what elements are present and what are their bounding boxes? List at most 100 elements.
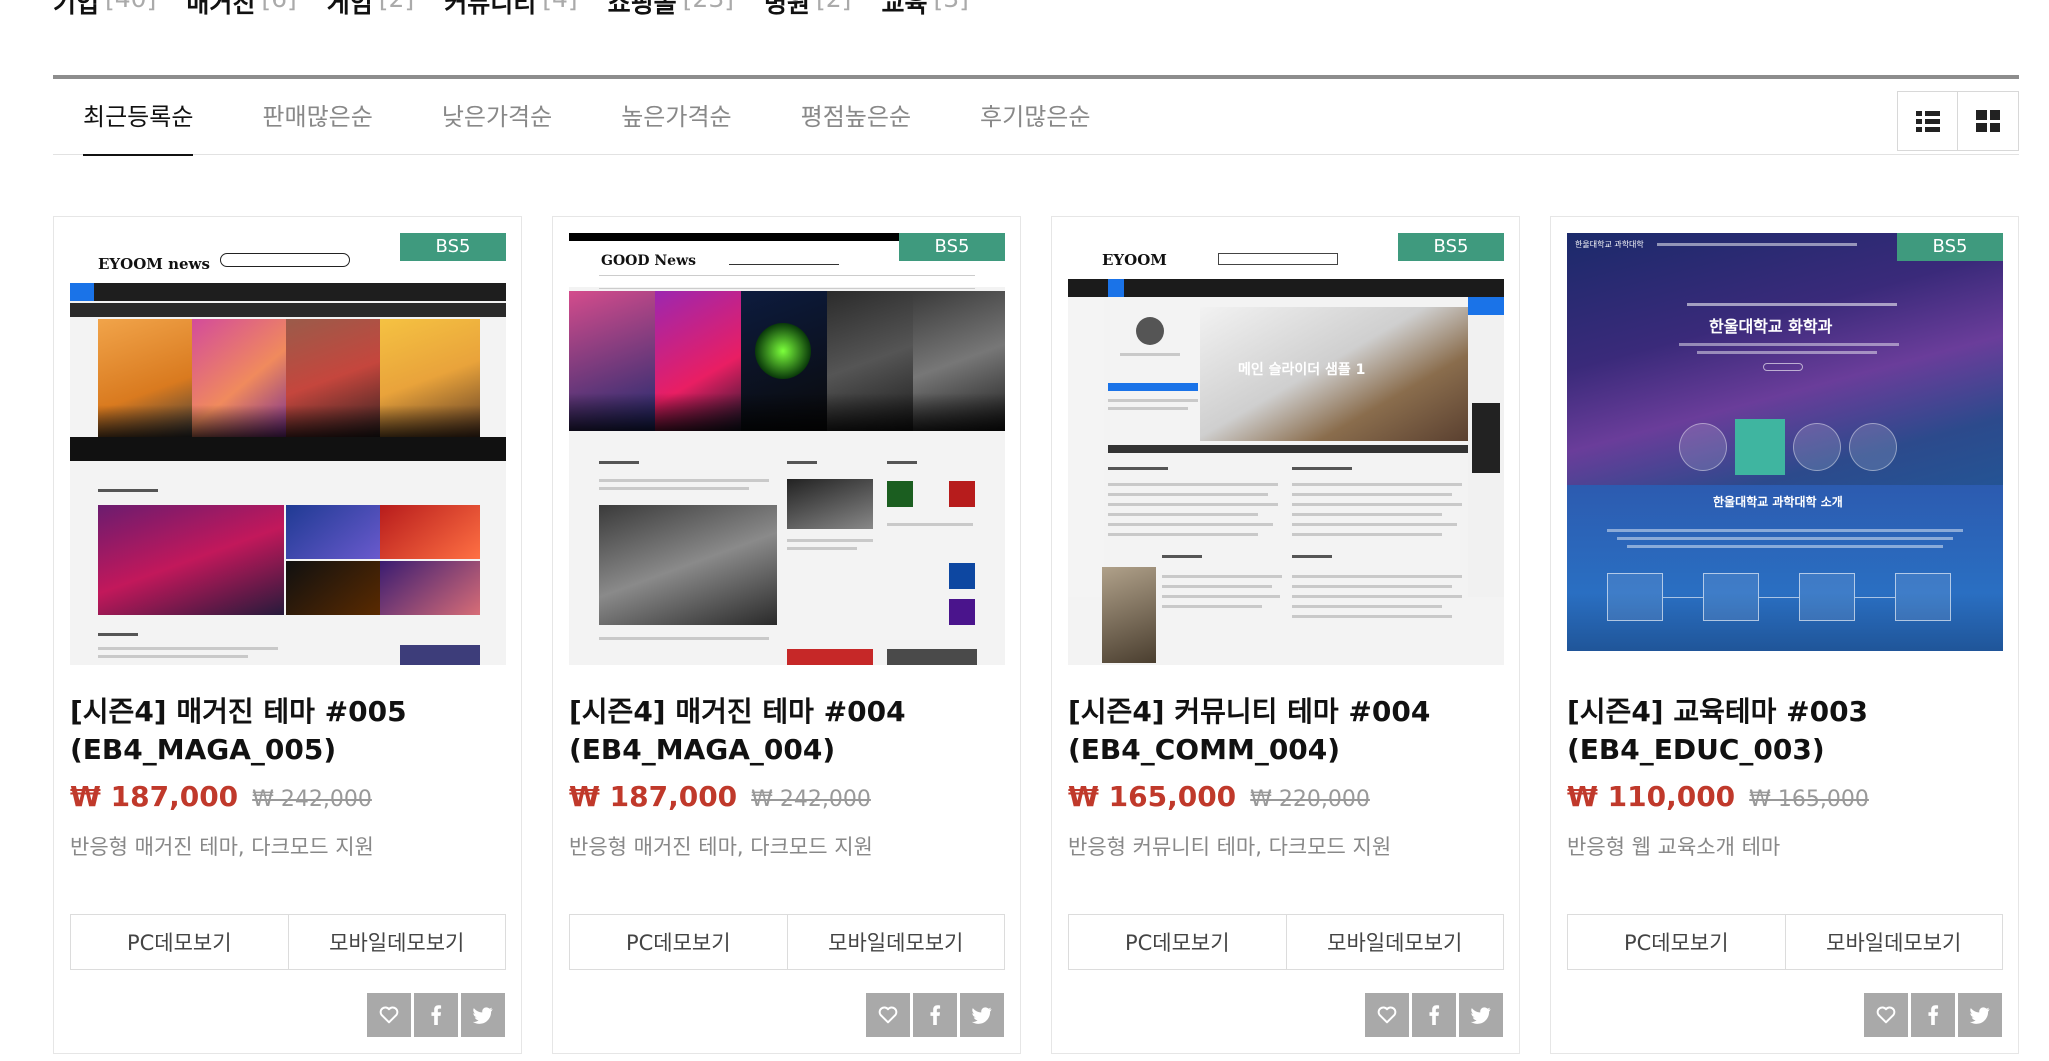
demo-buttons: PC데모보기 모바일데모보기 bbox=[1068, 914, 1504, 970]
category-item-corporate[interactable]: 기업 [40] bbox=[53, 0, 156, 18]
facebook-icon bbox=[1928, 1005, 1939, 1025]
bootstrap-badge: BS5 bbox=[1897, 233, 2003, 261]
grid-view-icon bbox=[1976, 110, 2000, 132]
twitter-share-button[interactable] bbox=[1459, 993, 1503, 1037]
mobile-demo-button[interactable]: 모바일데모보기 bbox=[1784, 915, 2002, 969]
demo-buttons: PC데모보기 모바일데모보기 bbox=[1567, 914, 2003, 970]
product-description: 반응형 커뮤니티 테마, 다크모드 지원 bbox=[1068, 835, 1392, 859]
category-label: 기업 bbox=[53, 0, 100, 18]
product-title[interactable]: [시즌4] 매거진 테마 #005 (EB4_MAGA_005) bbox=[70, 693, 506, 769]
product-thumbnail[interactable]: BS5 GOOD News bbox=[569, 233, 1005, 665]
category-label: 병원 bbox=[764, 0, 811, 18]
sort-tab-low-price[interactable]: 낮은가격순 bbox=[442, 79, 552, 155]
pc-demo-button[interactable]: PC데모보기 bbox=[1069, 915, 1286, 969]
pc-demo-button[interactable]: PC데모보기 bbox=[570, 915, 787, 969]
bootstrap-badge: BS5 bbox=[1398, 233, 1504, 261]
category-item-community[interactable]: 커뮤니티 [4] bbox=[444, 0, 577, 18]
sale-price: ₩ 187,000 bbox=[70, 780, 239, 813]
heart-icon bbox=[1377, 1006, 1397, 1024]
facebook-share-button[interactable] bbox=[414, 993, 458, 1037]
demo-buttons: PC데모보기 모바일데모보기 bbox=[569, 914, 1005, 970]
category-label: 쇼핑몰 bbox=[607, 0, 677, 18]
sort-tabs: 최근등록순 판매많은순 낮은가격순 높은가격순 평점높은순 후기많은순 bbox=[83, 79, 1090, 156]
product-description: 반응형 웹 교육소개 테마 bbox=[1567, 835, 1781, 859]
thumbnail-logo: EYOOM bbox=[1102, 251, 1167, 269]
facebook-share-button[interactable] bbox=[913, 993, 957, 1037]
sale-price: ₩ 187,000 bbox=[569, 780, 738, 813]
twitter-icon bbox=[473, 1006, 493, 1024]
product-card: BS5 한울대학교 과학대학 한울대학교 화학과 한울대학교 과학대학 소개 [… bbox=[1550, 216, 2019, 1054]
facebook-share-button[interactable] bbox=[1911, 993, 1955, 1037]
original-price: ₩ 220,000 bbox=[1250, 787, 1370, 812]
price-row: ₩ 110,000 ₩ 165,000 bbox=[1567, 780, 1869, 813]
share-buttons bbox=[866, 993, 1004, 1037]
sort-tab-recent[interactable]: 최근등록순 bbox=[83, 79, 194, 156]
product-grid: BS5 EYOOM news [시즌4] 매거진 테마 #005 (EB4_MA… bbox=[53, 216, 2019, 1054]
category-label: 게임 bbox=[326, 0, 373, 18]
share-buttons bbox=[367, 993, 505, 1037]
product-thumbnail[interactable]: BS5 EYOOM news bbox=[70, 233, 506, 665]
twitter-icon bbox=[1970, 1006, 1990, 1024]
category-item-hospital[interactable]: 병원 [2] bbox=[764, 0, 851, 18]
category-item-education[interactable]: 교육 [3] bbox=[881, 0, 968, 18]
wishlist-button[interactable] bbox=[1365, 993, 1409, 1037]
category-label: 교육 bbox=[881, 0, 928, 18]
product-description: 반응형 매거진 테마, 다크모드 지원 bbox=[70, 835, 374, 859]
pc-demo-button[interactable]: PC데모보기 bbox=[71, 915, 288, 969]
category-count: [2] bbox=[816, 0, 851, 14]
twitter-icon bbox=[1471, 1006, 1491, 1024]
mobile-demo-button[interactable]: 모바일데모보기 bbox=[1285, 915, 1503, 969]
wishlist-button[interactable] bbox=[866, 993, 910, 1037]
heart-icon bbox=[379, 1006, 399, 1024]
price-row: ₩ 165,000 ₩ 220,000 bbox=[1068, 780, 1370, 813]
twitter-icon bbox=[972, 1006, 992, 1024]
facebook-icon bbox=[930, 1005, 941, 1025]
category-item-game[interactable]: 게임 [2] bbox=[326, 0, 414, 18]
demo-buttons: PC데모보기 모바일데모보기 bbox=[70, 914, 506, 970]
category-count: [2] bbox=[379, 0, 414, 14]
sale-price: ₩ 110,000 bbox=[1567, 780, 1736, 813]
mobile-demo-button[interactable]: 모바일데모보기 bbox=[786, 915, 1004, 969]
product-thumbnail[interactable]: BS5 한울대학교 과학대학 한울대학교 화학과 한울대학교 과학대학 소개 bbox=[1567, 233, 2003, 665]
product-title[interactable]: [시즌4] 매거진 테마 #004 (EB4_MAGA_004) bbox=[569, 693, 1005, 769]
wishlist-button[interactable] bbox=[1864, 993, 1908, 1037]
thumbnail-logo: 한울대학교 과학대학 bbox=[1575, 240, 1644, 249]
sale-price: ₩ 165,000 bbox=[1068, 780, 1237, 813]
wishlist-button[interactable] bbox=[367, 993, 411, 1037]
sort-tab-reviews[interactable]: 후기많은순 bbox=[980, 79, 1090, 155]
category-item-shopping[interactable]: 쇼핑몰 [23] bbox=[607, 0, 734, 18]
category-item-magazine[interactable]: 매거진 [6] bbox=[186, 0, 296, 18]
thumbnail-logo: EYOOM news bbox=[98, 255, 210, 273]
sort-tab-best-selling[interactable]: 판매많은순 bbox=[262, 79, 372, 155]
product-card: BS5 EYOOM news [시즌4] 매거진 테마 #005 (EB4_MA… bbox=[53, 216, 522, 1054]
category-count: [40] bbox=[105, 0, 156, 14]
twitter-share-button[interactable] bbox=[1958, 993, 2002, 1037]
heart-icon bbox=[1876, 1006, 1896, 1024]
share-buttons bbox=[1365, 993, 1503, 1037]
category-count: [3] bbox=[933, 0, 968, 14]
mobile-demo-button[interactable]: 모바일데모보기 bbox=[287, 915, 505, 969]
product-title[interactable]: [시즌4] 커뮤니티 테마 #004 (EB4_COMM_004) bbox=[1068, 693, 1504, 769]
heart-icon bbox=[878, 1006, 898, 1024]
product-card: BS5 GOOD News [시즌4] 매거진 테마 #004 (EB4_MAG… bbox=[552, 216, 1021, 1054]
twitter-share-button[interactable] bbox=[960, 993, 1004, 1037]
product-description: 반응형 매거진 테마, 다크모드 지원 bbox=[569, 835, 873, 859]
facebook-share-button[interactable] bbox=[1412, 993, 1456, 1037]
share-buttons bbox=[1864, 993, 2002, 1037]
product-title[interactable]: [시즌4] 교육테마 #003 (EB4_EDUC_003) bbox=[1567, 693, 2003, 769]
price-row: ₩ 187,000 ₩ 242,000 bbox=[70, 780, 372, 813]
sort-tab-high-price[interactable]: 높은가격순 bbox=[621, 79, 731, 155]
category-count: [23] bbox=[683, 0, 734, 14]
twitter-share-button[interactable] bbox=[461, 993, 505, 1037]
category-filter-bar: 기업 [40] 매거진 [6] 게임 [2] 커뮤니티 [4] 쇼핑몰 [23] 병원 [2… bbox=[53, 0, 969, 18]
sort-tab-rating[interactable]: 평점높은순 bbox=[801, 79, 911, 155]
facebook-icon bbox=[1429, 1005, 1440, 1025]
grid-view-button[interactable] bbox=[1958, 91, 2019, 151]
facebook-icon bbox=[431, 1005, 442, 1025]
section-title: 한울대학교 과학대학 소개 bbox=[1713, 495, 1843, 509]
pc-demo-button[interactable]: PC데모보기 bbox=[1568, 915, 1785, 969]
thumbnail-logo: GOOD News bbox=[601, 253, 696, 269]
original-price: ₩ 242,000 bbox=[751, 787, 871, 812]
list-view-button[interactable] bbox=[1897, 91, 1958, 151]
product-thumbnail[interactable]: BS5 EYOOM 메인 슬라이더 샘플 1 bbox=[1068, 233, 1504, 665]
